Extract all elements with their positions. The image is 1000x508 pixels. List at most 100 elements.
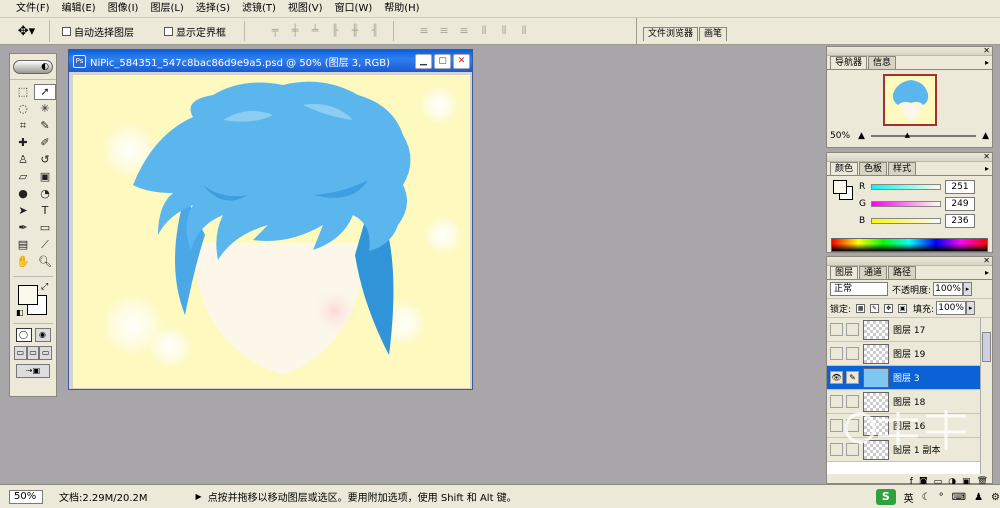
blend-mode-select[interactable]: 正常 [830,282,888,296]
align-bottom-icon[interactable]: ╧ [307,23,323,39]
distribute-center-icon[interactable]: ⫴ [496,23,512,39]
maximize-button[interactable]: ▢ [434,53,451,69]
tab-swatches[interactable]: 色板 [859,162,888,175]
zoom-slider[interactable]: ▲ [870,131,977,139]
zoom-tool-icon[interactable]: 🔍︎ [34,254,56,270]
healing-brush-icon[interactable]: ✚ [12,135,34,151]
lock-position-icon[interactable]: ✥ [884,303,894,313]
tab-file-browser[interactable]: 文件浏览器 [643,27,699,41]
foreground-color-swatch[interactable] [18,285,38,305]
tab-layers[interactable]: 图层 [830,266,859,279]
scrollbar-thumb[interactable] [982,332,991,362]
moon-icon[interactable]: ☾ [922,492,931,503]
full-screen-menu-icon[interactable]: ▭ [26,346,40,360]
tab-info[interactable]: 信息 [868,56,897,69]
checkbox-box[interactable] [164,26,173,36]
close-panel-icon[interactable]: ✕ [983,152,990,161]
layer-row[interactable]: 图层 17 [827,318,992,342]
dodge-tool-icon[interactable]: ◔ [34,186,56,202]
menu-window[interactable]: 窗口(W) [329,0,379,18]
navigator-preview[interactable] [827,70,992,130]
green-slider[interactable] [871,201,941,207]
shape-tool-icon[interactable]: ▭ [34,220,56,236]
ime-mode-label[interactable]: 英 [904,490,914,505]
lock-all-icon[interactable]: ▣ [898,303,908,313]
menu-view[interactable]: 视图(V) [282,0,329,18]
fill-field[interactable]: 100% [936,301,967,315]
green-value[interactable]: 249 [945,197,975,211]
close-button[interactable]: ✕ [453,53,470,69]
document-size[interactable]: 文档:2.29M/20.2M [59,489,148,504]
quick-mask-icon[interactable]: ◉ [34,328,51,342]
clone-stamp-icon[interactable]: ♙ [12,152,34,168]
visibility-toggle[interactable] [830,347,843,360]
tab-navigator[interactable]: 导航器 [830,56,868,69]
visibility-toggle[interactable] [830,323,843,336]
hand-tool-icon[interactable]: ✋ [12,254,34,270]
panel-menu-icon[interactable]: ▸ [985,162,989,175]
tab-channels[interactable]: 通道 [859,266,888,279]
blur-tool-icon[interactable]: ● [12,186,34,202]
layer-row[interactable]: 图层 1 副本 [827,438,992,462]
blue-slider[interactable] [871,218,941,224]
align-middle-icon[interactable]: ╪ [287,23,303,39]
lasso-tool-icon[interactable]: ◌ [12,101,34,117]
menu-layer[interactable]: 图层(L) [144,0,189,18]
layer-row[interactable]: 图层 18 [827,390,992,414]
tab-brushes[interactable]: 画笔 [699,27,728,41]
show-bounds-checkbox[interactable]: 显示定界框 [164,24,226,39]
lock-transparency-icon[interactable]: ▦ [856,303,866,313]
default-colors-icon[interactable]: ◧ [16,308,24,317]
move-tool-icon[interactable]: ➚ [34,84,56,100]
paintbrush-icon[interactable]: ✎ [846,371,859,384]
layer-row[interactable]: 图层 19 [827,342,992,366]
visibility-toggle[interactable] [830,443,843,456]
red-value[interactable]: 251 [945,180,975,194]
standard-mode-icon[interactable]: ◯ [15,328,32,342]
navigator-zoom-value[interactable]: 50% [830,131,858,141]
menu-file[interactable]: 文件(F) [10,0,56,18]
panel-menu-icon[interactable]: ▸ [985,56,989,69]
close-panel-icon[interactable]: ✕ [983,46,990,55]
visibility-toggle[interactable] [830,395,843,408]
eyedropper-tool-icon[interactable]: ⟋ [34,237,56,253]
minimize-button[interactable]: ▁ [415,53,432,69]
punctuation-icon[interactable]: ° [939,492,944,503]
tab-styles[interactable]: 样式 [888,162,917,175]
status-zoom-field[interactable]: 50% [9,489,43,504]
zoom-slider-knob[interactable]: ▲ [905,131,910,139]
checkbox-box[interactable] [62,26,71,36]
auto-select-checkbox[interactable]: 自动选择图层 [62,24,134,39]
pen-tool-icon[interactable]: ✒ [12,220,34,236]
navigator-thumbnail[interactable] [882,74,937,126]
layer-row-selected[interactable]: 👁︎ ✎ 图层 3 [827,366,992,390]
align-center-icon[interactable]: ╫ [347,23,363,39]
menu-select[interactable]: 选择(S) [190,0,236,18]
eraser-tool-icon[interactable]: ▱ [12,169,34,185]
menu-image[interactable]: 图像(I) [102,0,145,18]
full-screen-icon[interactable]: ▭ [39,346,53,360]
move-tool-preset-icon[interactable]: ✥▾ [4,20,50,42]
menu-filter[interactable]: 滤镜(T) [236,0,282,18]
zoom-out-icon[interactable]: ▲ [858,131,865,141]
opacity-arrow-icon[interactable]: ▸ [963,282,973,296]
type-tool-icon[interactable]: T [34,203,56,219]
notes-tool-icon[interactable]: ▤ [12,237,34,253]
standard-screen-icon[interactable]: ▭ [14,346,27,360]
keyboard-icon[interactable]: ⌨ [952,492,966,503]
settings-icon[interactable]: ⚙ [991,492,1000,503]
color-spectrum-ramp[interactable] [831,238,988,252]
tab-color[interactable]: 颜色 [830,162,859,175]
link-toggle[interactable] [846,419,859,432]
blue-value[interactable]: 236 [945,214,975,228]
history-brush-icon[interactable]: ↺ [34,152,56,168]
visibility-toggle[interactable] [830,419,843,432]
path-select-icon[interactable]: ➤ [12,203,34,219]
slice-tool-icon[interactable]: ✎ [34,118,56,134]
document-canvas[interactable] [73,75,470,388]
jump-to-imageready-icon[interactable]: ⇢▣ [16,364,50,378]
distribute-top-icon[interactable]: ≡ [416,23,432,39]
eye-icon[interactable]: 👁︎ [830,371,843,384]
link-toggle[interactable] [846,323,859,336]
swap-colors-icon[interactable]: ⤢ [41,282,48,292]
